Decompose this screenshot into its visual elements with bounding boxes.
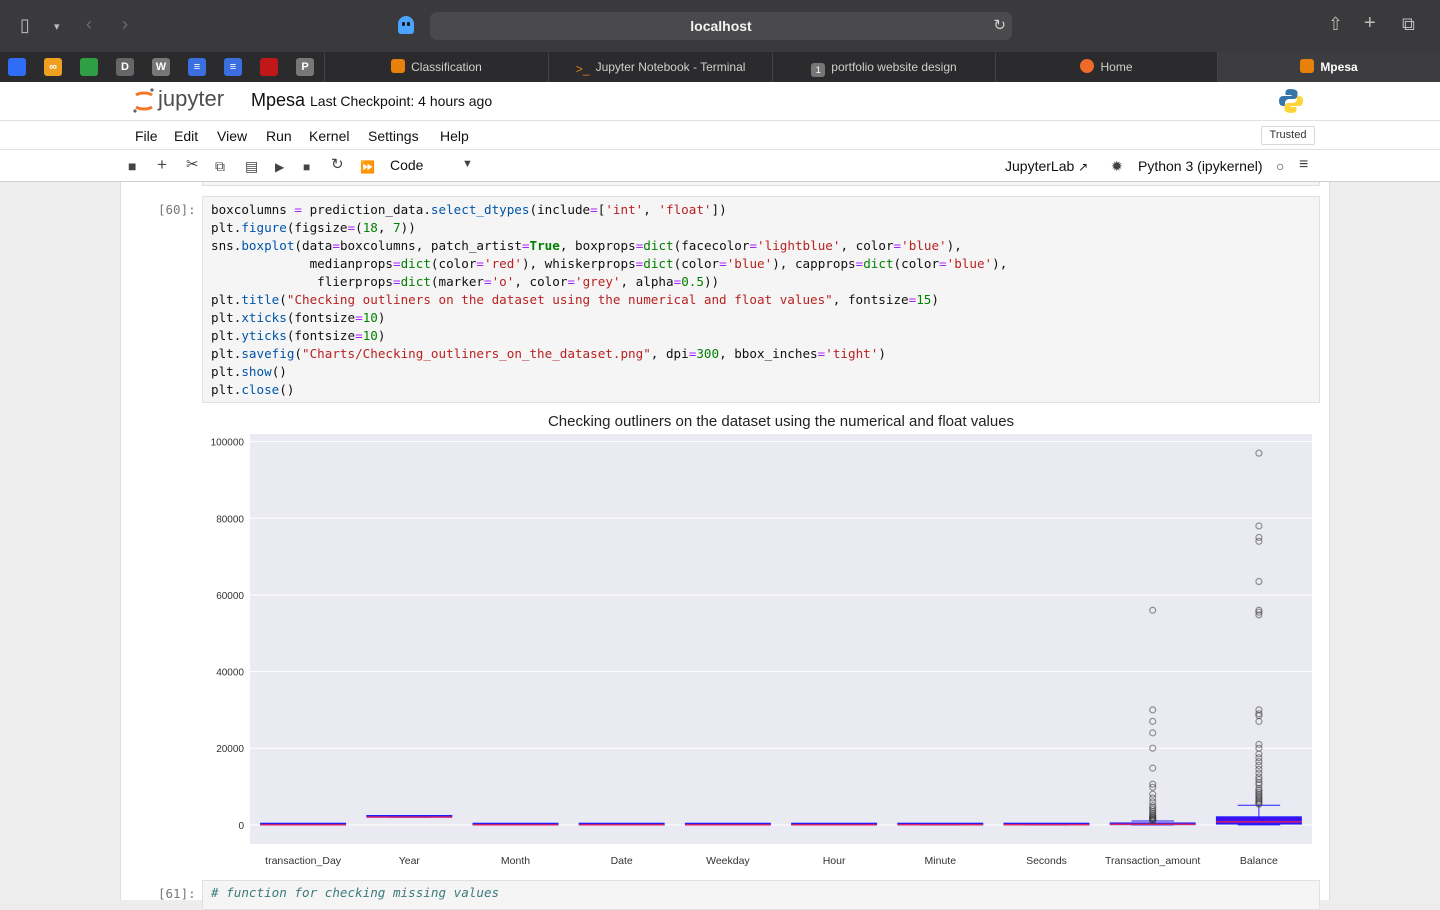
share-icon[interactable]: ⇧ (1328, 15, 1343, 33)
menu-settings[interactable]: Settings (368, 128, 419, 144)
menu-help[interactable]: Help (440, 128, 469, 144)
restart-icon[interactable]: ↻ (331, 157, 344, 172)
tab-label: portfolio website design (831, 60, 957, 74)
kernel-status-icon: ○ (1276, 158, 1285, 174)
cell-prompt: [60]: (158, 202, 196, 217)
ghostery-extension-icon[interactable] (398, 16, 414, 34)
code-cell[interactable]: boxcolumns = prediction_data.select_dtyp… (202, 196, 1320, 403)
python-logo-icon (1278, 88, 1304, 119)
notebook-icon (391, 59, 406, 73)
x-tick-label: Transaction_amount (1105, 855, 1200, 867)
save-icon[interactable]: ■ (128, 159, 136, 173)
code-editor-next[interactable]: # function for checking missing values (211, 885, 499, 900)
x-tick-label: Month (501, 855, 530, 867)
cell-prompt-next: [61]: (158, 886, 196, 901)
menu-view[interactable]: View (217, 128, 247, 144)
x-tick-label: Minute (925, 855, 957, 867)
new-tab-icon[interactable]: + (1364, 13, 1376, 33)
menu-edit[interactable]: Edit (174, 128, 198, 144)
x-tick-label: Date (611, 855, 633, 867)
code-editor[interactable]: boxcolumns = prediction_data.select_dtyp… (211, 201, 1007, 399)
menu-kernel[interactable]: Kernel (309, 128, 349, 144)
run-icon[interactable]: ▶ (275, 160, 284, 174)
tab-home[interactable]: Home (995, 52, 1217, 82)
y-tick-label: 80000 (216, 514, 244, 525)
cell-output-chart: Checking outliners on the dataset using … (202, 408, 1320, 876)
tab-strip: ∞ D W ≡ ≡ P Classification >_ Jupyter Notebook… (0, 52, 1440, 82)
home-icon (1080, 59, 1095, 73)
x-tick-label: Seconds (1026, 855, 1067, 867)
y-tick-label: 20000 (216, 744, 244, 755)
notebook-icon (1300, 59, 1315, 73)
pinned-tab-0-icon[interactable] (8, 58, 26, 76)
tab-label: Home (1100, 60, 1133, 74)
jupyter-logo-text: jupyter (157, 86, 224, 111)
debugger-icon[interactable]: ✹ (1111, 159, 1123, 173)
reload-icon[interactable]: ↻ (993, 12, 1006, 40)
cell-type-select[interactable]: Code (390, 157, 423, 173)
browser-toolbar: ▯ ▾ ‹ › localhost ↻ ⇧ + ⧉ (0, 0, 1440, 52)
y-tick-label: 60000 (216, 591, 244, 602)
hamburger-menu-icon[interactable]: ≡ (1299, 157, 1308, 173)
fast-forward-icon[interactable]: ⏩ (360, 160, 375, 174)
back-icon[interactable]: ‹ (86, 15, 92, 33)
forward-icon[interactable]: › (122, 15, 128, 33)
plot-area (250, 434, 1312, 844)
external-link-icon: ↗ (1078, 160, 1089, 174)
trusted-badge[interactable]: Trusted (1261, 126, 1315, 145)
pinned-tab-6-icon[interactable]: ≡ (224, 58, 242, 76)
jupyterlab-link[interactable]: JupyterLab ↗ (1005, 158, 1088, 174)
address-bar-text: localhost (690, 18, 752, 34)
boxplot-chart: Checking outliners on the dataset using … (211, 413, 1312, 867)
x-tick-label: Year (399, 855, 421, 867)
pinned-tab-1-icon[interactable]: ∞ (44, 58, 62, 76)
y-tick-label: 40000 (216, 668, 244, 679)
terminal-icon: >_ (575, 62, 590, 76)
menu-file[interactable]: File (135, 128, 158, 144)
tab-portfolio[interactable]: 1 portfolio website design (772, 52, 995, 82)
cut-icon[interactable]: ✂ (186, 157, 199, 172)
numbered-tab-icon: 1 (811, 63, 826, 77)
checkpoint-status: Last Checkpoint: 4 hours ago (310, 93, 493, 109)
tab-overview-icon[interactable]: ⧉ (1402, 15, 1415, 33)
y-tick-label: 0 (238, 821, 244, 832)
stop-icon[interactable]: ■ (303, 160, 310, 174)
pinned-tab-8-icon[interactable]: P (296, 58, 314, 76)
x-tick-label: transaction_Day (265, 855, 342, 867)
kernel-name[interactable]: Python 3 (ipykernel) (1138, 158, 1263, 174)
jupyterlab-link-label: JupyterLab (1005, 158, 1075, 174)
notebook-title[interactable]: Mpesa (251, 90, 305, 111)
x-tick-label: Weekday (706, 855, 750, 867)
paste-icon[interactable]: ▤ (245, 159, 258, 173)
copy-icon[interactable]: ⧉ (215, 159, 225, 173)
chart-title: Checking outliners on the dataset using … (548, 413, 1014, 430)
y-tick-label: 100000 (211, 438, 245, 449)
pinned-tab-5-icon[interactable]: ≡ (188, 58, 206, 76)
chevron-down-icon[interactable]: ▾ (54, 18, 60, 36)
pinned-tab-7-icon[interactable] (260, 58, 278, 76)
menu-run[interactable]: Run (266, 128, 292, 144)
chevron-down-icon[interactable]: ▼ (462, 158, 473, 170)
pinned-tab-2-icon[interactable] (80, 58, 98, 76)
tab-label: Jupyter Notebook - Terminal (595, 60, 746, 74)
pinned-tab-4-icon[interactable]: W (152, 58, 170, 76)
sidebar-toggle-icon[interactable]: ▯ (20, 16, 30, 34)
previous-cell-edge (202, 182, 1320, 186)
add-cell-icon[interactable]: + (157, 156, 167, 173)
tab-terminal[interactable]: >_ Jupyter Notebook - Terminal (548, 52, 772, 82)
x-tick-label: Balance (1240, 855, 1278, 867)
tab-label: Mpesa (1320, 60, 1358, 74)
tab-mpesa[interactable]: Mpesa (1217, 52, 1440, 82)
address-bar[interactable]: localhost ↻ (430, 12, 1012, 40)
pinned-tab-3-icon[interactable]: D (116, 58, 134, 76)
tab-classification[interactable]: Classification (324, 52, 548, 82)
tab-label: Classification (411, 60, 482, 74)
menu-bar (0, 120, 1440, 150)
x-tick-label: Hour (823, 855, 846, 867)
code-cell-next[interactable]: # function for checking missing values (202, 880, 1320, 910)
jupyter-logo[interactable]: jupyter (132, 86, 242, 121)
box (1215, 816, 1302, 825)
